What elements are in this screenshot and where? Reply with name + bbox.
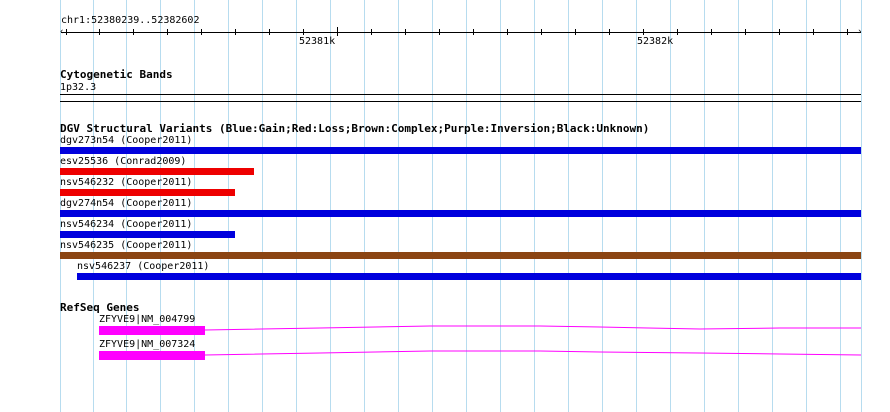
- gene-intron-line: [204, 350, 862, 356]
- gene-model-nm-007324[interactable]: [99, 350, 862, 360]
- gene-intron-line: [204, 325, 861, 331]
- gene-models[interactable]: [0, 0, 890, 412]
- gene-model-nm-004799[interactable]: [99, 325, 861, 335]
- gene-exon[interactable]: [99, 351, 205, 360]
- gene-exon[interactable]: [99, 326, 205, 335]
